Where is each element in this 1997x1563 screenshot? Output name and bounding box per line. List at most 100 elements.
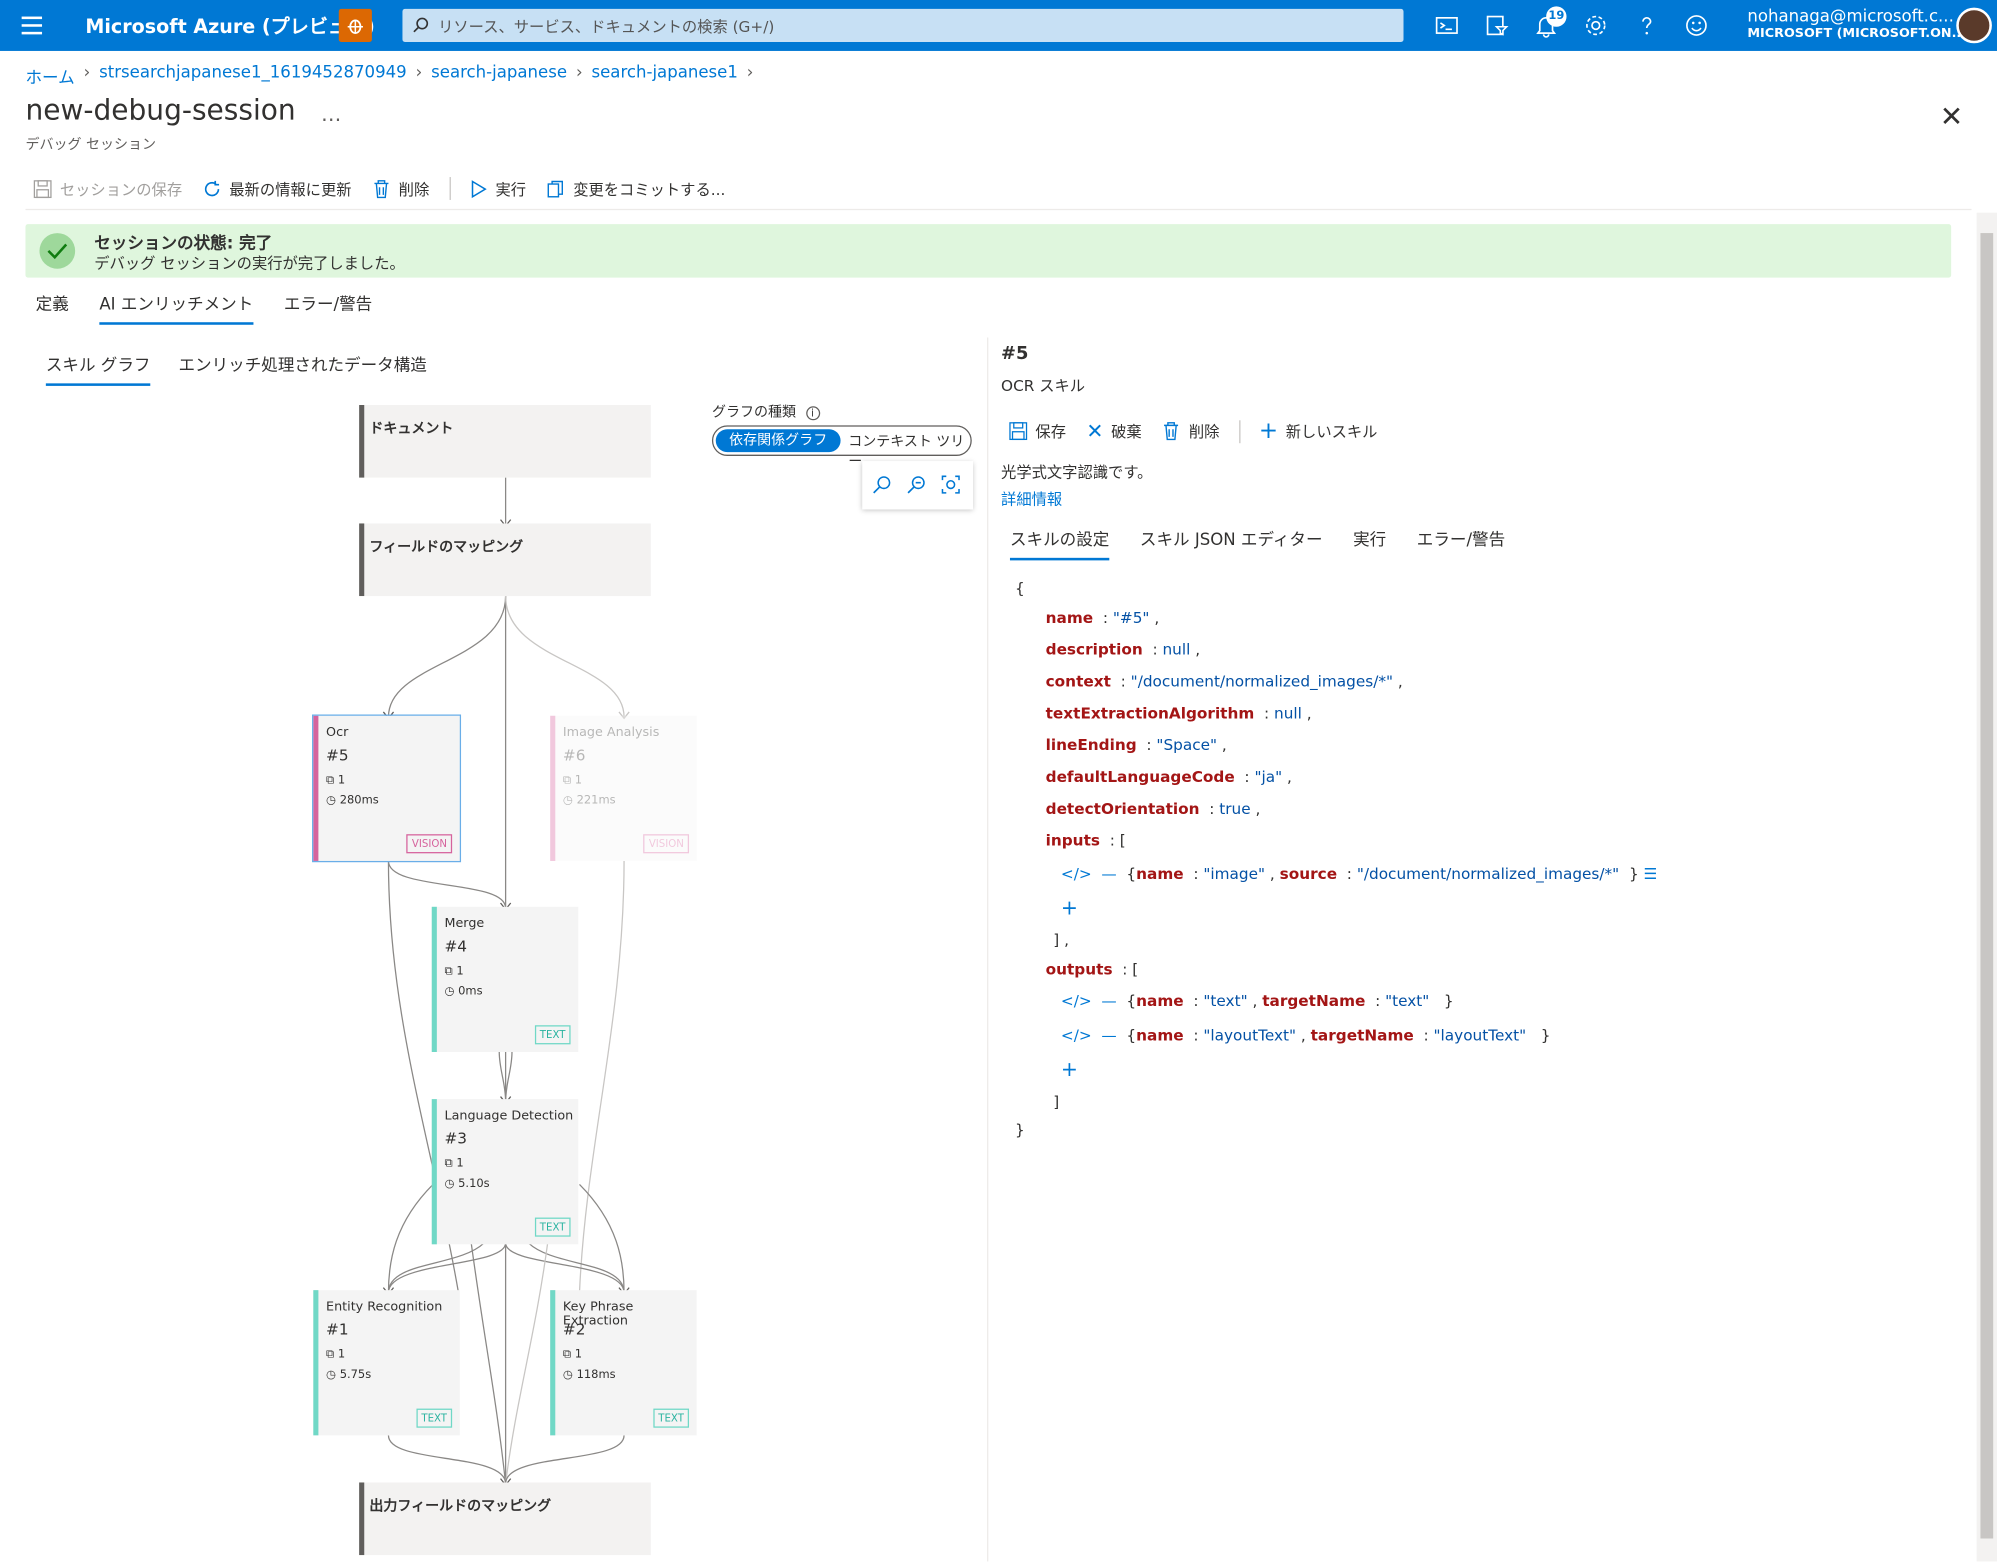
output-field-mapping-node[interactable]: 出力フィールドのマッピング [359,1482,651,1556]
clock-icon: ◷ [326,1369,340,1382]
document-node[interactable]: ドキュメント [359,405,651,478]
output-field-mapping-label: 出力フィールドのマッピング [369,1497,552,1515]
json-name-row[interactable]: name : "#5" , [1046,609,1160,627]
plus-icon: + [1258,417,1279,445]
code-icon[interactable]: </> [1061,1027,1092,1045]
skill-time: ◷ 5.75s [326,1369,372,1382]
skill-tag: TEXT [653,1408,690,1428]
skill-count: ⧉ 1 [444,1157,464,1171]
panel-divider[interactable] [987,337,989,1562]
skill-time: ◷ 5.10s [444,1178,490,1191]
json-context-row[interactable]: context : "/document/normalized_images/*… [1046,672,1403,690]
feedback-smiley-icon[interactable] [1684,13,1709,38]
document-node-label: ドキュメント [369,420,454,437]
zoom-controls [862,461,974,510]
skill-detail-tabs: スキルの設定 スキル JSON エディター 実行 エラー/警告 [1009,526,1505,561]
clock-icon: ◷ [562,794,577,808]
notification-badge: 19 [1546,6,1567,27]
zoom-out-icon[interactable] [907,475,926,494]
copies-icon: ⧉ [562,774,575,788]
code-icon[interactable]: </> [1061,865,1092,883]
skill-number: #4 [444,937,468,956]
add-output-plus-icon[interactable]: + [1061,1057,1078,1081]
json-open-brace: { [1015,579,1025,598]
directory-filter-icon[interactable] [1484,13,1509,38]
skill-save-label: 保存 [1035,422,1067,441]
json-description-row[interactable]: description : null , [1046,641,1200,659]
fit-to-screen-icon[interactable] [941,475,960,494]
skill-node-language-detection[interactable]: Language Detection #3 ⧉ 1 ◷ 5.10s TEXT [431,1099,579,1245]
json-detect-orientation-row[interactable]: detectOrientation : true , [1046,800,1261,818]
skill-detail-number: #5 [1001,343,1029,365]
skill-save-button[interactable]: 保存 [1009,420,1066,442]
new-skill-label: 新しいスキル [1285,422,1378,441]
clock-icon: ◷ [562,1369,577,1382]
remove-icon[interactable]: — [1092,1027,1127,1045]
save-icon [1009,422,1028,441]
code-icon[interactable]: </> [1061,992,1092,1010]
copies-icon: ⧉ [326,774,338,788]
skill-node-ocr[interactable]: Ocr #5 ⧉ 1 ◷ 280ms VISION [312,714,462,863]
json-language-code-row[interactable]: defaultLanguageCode : "ja" , [1046,768,1292,786]
skill-delete-label: 削除 [1188,422,1220,441]
skill-node-key-phrase-extraction[interactable]: Key Phrase Extraction #2 ⧉ 1 ◷ 118ms TEX… [550,1290,697,1436]
field-mapping-node[interactable]: フィールドのマッピング [359,523,651,597]
add-input-plus-icon[interactable]: + [1061,895,1078,919]
zoom-in-icon[interactable] [872,475,891,494]
skill-tag: TEXT [416,1408,453,1428]
tab-skill-json-editor[interactable]: スキル JSON エディター [1140,526,1323,560]
skill-time: ◷ 221ms [562,794,616,808]
clock-icon: ◷ [326,794,340,808]
skill-count: ⧉ 1 [326,1348,346,1362]
dependency-graph-option[interactable]: 依存関係グラフ [715,429,841,453]
toolbar-divider [1239,419,1242,443]
list-icon[interactable]: ☰ [1644,865,1658,883]
skill-number: #2 [562,1320,586,1339]
skill-detail-name: OCR スキル [1001,376,1086,395]
skill-description: 光学式文字認識です。 [1001,463,1153,482]
clock-icon: ◷ [444,1178,459,1191]
user-name: nohanaga@microsoft.c... [1747,7,1954,27]
info-icon[interactable]: i [805,406,820,421]
skill-count: ⧉ 1 [562,1348,583,1362]
new-skill-button[interactable]: + 新しいスキル [1259,418,1378,445]
skill-node-merge[interactable]: Merge #4 ⧉ 1 ◷ 0ms TEXT [431,906,579,1052]
json-input-item[interactable]: </> — {name : "image" , source : "/docum… [1061,865,1657,883]
skill-delete-button[interactable]: 削除 [1162,420,1219,442]
close-icon[interactable]: ✕ [1940,102,1963,134]
skill-tag: VISION [643,834,690,854]
json-outputs-close: ] [1053,1092,1060,1111]
copies-icon: ⧉ [326,1348,338,1362]
skill-node-entity-recognition[interactable]: Entity Recognition #1 ⧉ 1 ◷ 5.75s TEXT [313,1290,460,1436]
json-output-item-text[interactable]: </> — {name : "text" , targetName : "tex… [1061,992,1454,1010]
account-info[interactable]: nohanaga@microsoft.c... MICROSOFT (MICRO… [1747,8,1966,41]
remove-icon[interactable]: — [1092,865,1127,883]
close-icon: ✕ [1086,419,1104,444]
copies-icon: ⧉ [562,1348,575,1362]
skill-tag: VISION [406,834,453,854]
json-inputs-row: inputs : [ [1045,831,1126,850]
json-inputs-close: ] , [1053,931,1069,949]
scrollbar-thumb[interactable] [1980,233,1994,1539]
skill-type: Entity Recognition [326,1300,443,1315]
graph-type-label: グラフの種類 i [712,401,820,421]
tab-skill-errors[interactable]: エラー/警告 [1417,526,1505,560]
json-close-brace: } [1015,1120,1025,1139]
tab-skill-settings[interactable]: スキルの設定 [1009,526,1110,561]
skill-type: Ocr [326,725,349,740]
discard-button[interactable]: ✕ 破棄 [1086,419,1141,443]
settings-gear-icon[interactable] [1583,13,1608,38]
more-info-link[interactable]: 詳細情報 [1001,488,1062,510]
cloud-shell-icon[interactable] [1434,13,1459,38]
avatar[interactable] [1956,7,1992,44]
tab-execution[interactable]: 実行 [1353,526,1386,560]
remove-icon[interactable]: — [1092,992,1127,1010]
skill-node-image-analysis[interactable]: Image Analysis #6 ⧉ 1 ◷ 221ms VISION [550,715,697,861]
json-text-extraction-row[interactable]: textExtractionAlgorithm : null , [1046,704,1312,722]
json-line-ending-row[interactable]: lineEnding : "Space" , [1046,736,1227,754]
help-question-icon[interactable] [1634,13,1659,38]
json-output-item-layout-text[interactable]: </> — {name : "layoutText" , targetName … [1061,1027,1551,1045]
skill-count: ⧉ 1 [444,965,464,979]
page-scrollbar[interactable] [1976,212,1997,1562]
graph-type-toggle[interactable]: 依存関係グラフ コンテキスト ツリー [711,425,972,470]
